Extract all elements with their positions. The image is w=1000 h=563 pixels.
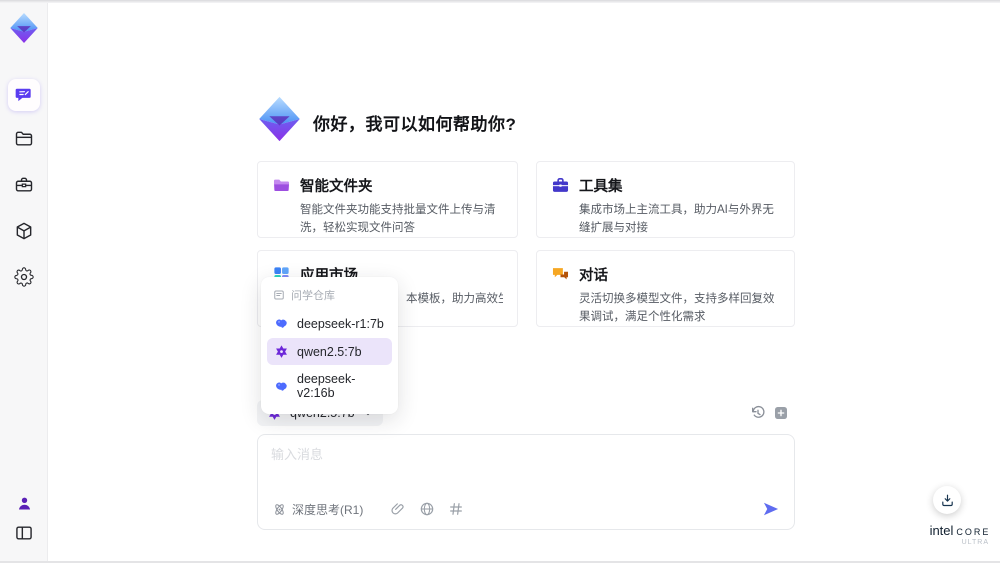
app-window: 你好，我可以如何帮助你? 智能文件夹 智能文件夹功能支持批量文件上传与清洗，轻松…	[0, 0, 1000, 563]
dialog-icon	[552, 268, 569, 280]
chat-icon	[15, 88, 31, 102]
card-description: 集成市场上主流工具，助力AI与外界无缝扩展与对接	[579, 204, 774, 234]
deepseek-icon	[276, 319, 288, 328]
model-option-deepseek-r1[interactable]: deepseek-r1:7b	[267, 310, 392, 337]
briefcase-icon	[15, 177, 33, 192]
card-toolset[interactable]: 工具集 集成市场上主流工具，助力AI与外界无缝扩展与对接	[536, 161, 795, 238]
folder-icon	[15, 131, 33, 146]
model-dropdown-header: 问学仓库	[266, 284, 393, 309]
composer-toolbar: 深度思考(R1)	[272, 498, 782, 520]
brand-sub: ultra	[961, 539, 989, 546]
card-dialog[interactable]: 对话 灵活切换多模型文件，支持多样回复效果调试，满足个性化需求	[536, 250, 795, 327]
app-logo	[10, 13, 38, 43]
model-option-label: qwen2.5:7b	[297, 344, 362, 359]
deepthink-toggle[interactable]: 深度思考(R1)	[272, 501, 363, 518]
download-icon	[941, 494, 953, 506]
message-input[interactable]	[271, 444, 781, 492]
send-button[interactable]	[760, 498, 782, 520]
model-option-label: deepseek-r1:7b	[297, 316, 384, 331]
brand-core: core	[956, 523, 991, 538]
cube-icon	[16, 222, 32, 240]
repository-icon	[274, 290, 284, 300]
sidebar-item-collapse[interactable]	[8, 517, 40, 549]
sidebar-item-settings[interactable]	[8, 261, 40, 293]
sidebar-item-account[interactable]	[8, 487, 40, 519]
smart-folder-icon	[273, 179, 290, 192]
greeting-logo	[259, 96, 300, 142]
hash-icon[interactable]	[448, 501, 464, 517]
deepthink-label: 深度思考(R1)	[292, 502, 364, 517]
brand-intel: intel	[929, 523, 954, 538]
model-option-deepseek-v2[interactable]: deepseek-v2:16b	[267, 366, 392, 406]
sidebar-item-chat[interactable]	[8, 79, 40, 111]
card-title: 智能文件夹	[300, 179, 373, 195]
new-chat-icon	[775, 407, 787, 419]
window-top-edge	[0, 0, 1000, 3]
toolbox-icon	[552, 177, 569, 192]
card-title: 工具集	[579, 179, 623, 195]
sidebar-item-models[interactable]	[8, 215, 40, 247]
card-description: 智能文件夹功能支持批量文件上传与清洗，轻松实现文件问答	[300, 204, 496, 234]
greeting-title: 你好，我可以如何帮助你?	[313, 115, 517, 134]
card-description: 灵活切换多模型文件，支持多样回复效果调试，满足个性化需求	[579, 293, 775, 323]
deepthink-icon	[275, 503, 284, 515]
globe-icon[interactable]	[419, 501, 435, 517]
history-button[interactable]	[750, 405, 766, 421]
send-icon	[763, 502, 779, 516]
sidebar	[0, 3, 48, 561]
history-icon	[752, 405, 765, 418]
composer: 深度思考(R1)	[257, 434, 795, 530]
model-option-qwen[interactable]: qwen2.5:7b	[267, 338, 392, 365]
card-smart-folder[interactable]: 智能文件夹 智能文件夹功能支持批量文件上传与清洗，轻松实现文件问答	[257, 161, 518, 238]
sidebar-item-folders[interactable]	[8, 123, 40, 155]
deepseek-icon	[276, 382, 288, 391]
gear-icon	[14, 267, 34, 287]
model-dropdown-header-label: 问学仓库	[291, 290, 335, 302]
new-chat-button[interactable]	[773, 405, 789, 421]
user-icon	[18, 497, 30, 509]
intel-core-badge: intel core ultra	[925, 523, 995, 546]
qwen-icon	[276, 345, 287, 358]
model-option-label: deepseek-v2:16b	[297, 372, 356, 400]
sidebar-item-toolbox[interactable]	[8, 169, 40, 201]
paperclip-icon[interactable]	[390, 501, 406, 517]
model-dropdown: 问学仓库 deepseek-r1:7b qwen2.5:7b deepseek-…	[261, 277, 398, 414]
panel-icon	[16, 526, 32, 540]
card-title: 对话	[579, 268, 608, 284]
download-button[interactable]	[933, 486, 961, 514]
